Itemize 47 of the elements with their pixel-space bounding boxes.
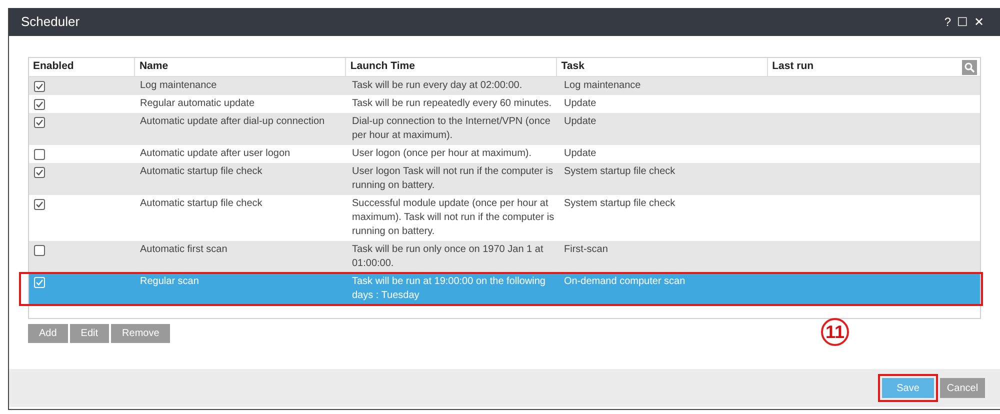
table-cell-text: Dial-up connection to the Internet/VPN (once per hour at maximum). (352, 115, 552, 143)
table-cell-text: Regular scan (140, 275, 200, 289)
close-button[interactable]: ✕ (974, 13, 984, 31)
table-cell-text: On-demand computer scan (564, 275, 686, 289)
checkbox[interactable] (34, 245, 45, 256)
checkbox[interactable] (34, 99, 45, 110)
table-cell-text: System startup file check (564, 165, 676, 179)
maximize-button[interactable]: ☐ (957, 13, 968, 31)
table-row[interactable]: Log maintenance Task will be run every day at 02:00:00. Log maintenance (29, 77, 980, 95)
table-cell-text: Log maintenance (140, 79, 218, 93)
table-cell-text: Task will be run only once on 1970 Jan 1 at 01:00:00. (352, 243, 544, 271)
column-header[interactable]: Last run (772, 59, 814, 75)
table-cell-text: Update (564, 115, 598, 129)
checkbox[interactable] (34, 117, 45, 128)
table-row[interactable]: Automatic first scan Task will be run only once on 1970 Jan 1 at 01:00:00. First-scan (29, 241, 980, 273)
table-cell-text: Update (564, 147, 598, 161)
column-header[interactable]: Task (561, 59, 584, 75)
checkbox[interactable] (34, 81, 45, 92)
checkbox[interactable] (34, 199, 45, 210)
column-header[interactable]: Name (139, 59, 168, 75)
table-row[interactable]: Automatic startup file check User logon Task will not run if the computer is running on battery. System startup file check (29, 163, 980, 195)
table-cell-text: First-scan (564, 243, 609, 257)
table-cell-text: System startup file check (564, 197, 676, 211)
table-cell-text: User logon Task will not run if the computer is running on battery. (352, 165, 554, 193)
table-cell-text: Automatic startup file check (140, 197, 264, 211)
table-cell-text: Regular automatic update (140, 97, 256, 111)
table-cell-text: Task will be run repeatedly every 60 minutes. (352, 97, 553, 111)
table-cell-text: Update (564, 97, 598, 111)
table-cell-text: User logon (once per hour at maximum). (352, 147, 533, 161)
table-cell-text: Automatic update after dial-up connection (140, 115, 326, 129)
search-icon (964, 62, 975, 73)
table-cell-text: Task will be run at 19:00:00 on the following days : Tuesday (352, 275, 546, 303)
table-cell-text: Automatic startup file check (140, 165, 264, 179)
table-row[interactable]: Automatic update after dial-up connection Dial-up connection to the Internet/VPN (once per hour at maximum). Update (29, 113, 980, 145)
table-cell-text: Successful module update (once per hour at maximum). Task will not run if the computer is running on battery. (352, 197, 556, 239)
checkbox[interactable] (34, 167, 45, 178)
search-button[interactable] (962, 60, 977, 75)
column-header[interactable]: Enabled (33, 59, 74, 75)
table-cell-text: Automatic first scan (140, 243, 228, 257)
table-cell-text: Log maintenance (564, 79, 642, 93)
step-number: 11 (821, 318, 849, 346)
checkbox[interactable] (34, 149, 45, 160)
help-button[interactable]: ? (944, 13, 951, 31)
table-cell-text: Automatic update after user logon (140, 147, 292, 161)
column-header[interactable]: Launch Time (350, 59, 415, 75)
window-title: Scheduler (21, 13, 80, 32)
table-cell-text: Task will be run every day at 02:00:00. (352, 79, 524, 93)
